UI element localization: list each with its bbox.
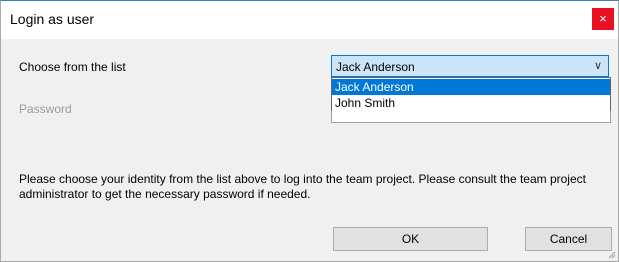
user-select[interactable]: Jack Anderson ∨ [331, 55, 609, 77]
ok-button[interactable]: OK [333, 227, 488, 251]
close-button[interactable]: × [592, 8, 614, 30]
dropdown-option-jack-anderson[interactable]: Jack Anderson [332, 79, 610, 95]
title-bar[interactable]: Login as user × [1, 1, 618, 39]
dialog-title: Login as user [10, 11, 95, 27]
password-field[interactable] [331, 111, 611, 123]
info-text: Please choose your identity from the lis… [19, 172, 586, 201]
dropdown-option-john-smith[interactable]: John Smith [332, 95, 610, 111]
resize-grip-icon[interactable] [606, 249, 616, 259]
choose-label: Choose from the list [19, 60, 126, 74]
login-dialog: Login as user × Choose from the list Jac… [0, 0, 619, 262]
cancel-button[interactable]: Cancel [525, 227, 612, 251]
close-icon: × [599, 11, 607, 26]
user-select-value: Jack Anderson [336, 60, 415, 74]
password-label: Password [19, 102, 72, 116]
chevron-down-icon[interactable]: ∨ [594, 59, 602, 72]
user-dropdown-list: Jack Anderson John Smith [331, 77, 611, 112]
